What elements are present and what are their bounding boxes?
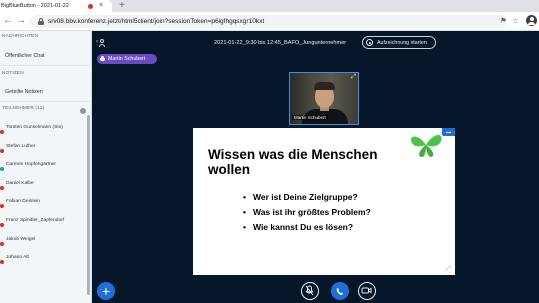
actions-plus-button[interactable]: + [97, 282, 115, 300]
slide-bullet: Wie kannst Du es lösen? [243, 220, 371, 235]
user-list-item[interactable]: Stefan Luther [0, 143, 90, 153]
extension-icon[interactable]: ⚑ [500, 16, 507, 26]
section-messages-heading: NACHRICHTEN [2, 34, 39, 39]
webcam-video[interactable]: Martin Schubert ⤢ [289, 72, 359, 125]
user-list-item[interactable]: Fabian Deinlein [0, 198, 90, 209]
user-list-item[interactable]: Johann Alt [0, 254, 90, 265]
leave-audio-button[interactable] [331, 282, 349, 300]
video-user-label: Martin Schubert [292, 115, 328, 120]
user-name: Johann Alt [6, 255, 29, 261]
tab-close-icon[interactable]: × [99, 2, 103, 10]
user-status-badge-icon [0, 223, 4, 227]
slide-title: Wissen was die Menschen wollen [208, 147, 378, 177]
start-recording-label: Aufzeichnung starten [377, 40, 427, 46]
talking-user-name: Martin Schubert [108, 56, 146, 62]
user-list-item[interactable]: Torsten Gunselmann (Sie) [0, 124, 90, 134]
user-name: Franz Spindler_Zapfendorf [6, 218, 65, 223]
sidebar-item-shared-notes[interactable]: Geteilte Notizen [5, 89, 43, 95]
user-list-item[interactable]: Carmen Hopfengärtner [0, 161, 90, 172]
user-status-badge-icon [0, 167, 4, 172]
profile-avatar-icon[interactable] [526, 15, 537, 26]
user-name: Torsten Gunselmann (Sie) [6, 125, 63, 130]
lock-icon [38, 18, 44, 25]
browser-tab-strip: BigBlueButton - 2021-01-22 × + [0, 0, 539, 12]
user-status-badge-icon [0, 241, 4, 246]
address-bar[interactable]: srv08.bbv.konferenz.jetzt/html5client/jo… [30, 15, 507, 28]
meeting-title: 2021-01-22_9:30 bis 12:45_BAFO_Jungunter… [214, 40, 347, 46]
forward-button[interactable]: → [16, 15, 26, 27]
microphone-off-icon [305, 285, 314, 296]
user-status-badge-icon [0, 130, 4, 134]
talking-indicator: Martin Schubert [97, 54, 157, 64]
url-text: srv08.bbv.konferenz.jetzt/html5client/jo… [48, 17, 265, 25]
sidebar-item-public-chat[interactable]: Öffentlicher Chat [5, 53, 45, 59]
record-icon [366, 39, 373, 46]
user-list-item[interactable]: Daniel Kalbe [0, 180, 90, 190]
sidebar-divider [0, 65, 90, 66]
phone-icon [336, 288, 343, 295]
minimize-presentation-button[interactable] [442, 128, 455, 136]
user-status-badge-icon [0, 185, 4, 190]
user-status-badge-icon [0, 204, 4, 209]
slide-bullet: Was ist ihr größtes Problem? [243, 205, 371, 220]
browser-toolbar: ← → srv08.bbv.konferenz.jetzt/html5clien… [0, 12, 539, 31]
user-name: Jakob Weigel [6, 236, 36, 242]
toggle-userlist-icon[interactable]: ‹ [96, 39, 106, 47]
new-tab-button[interactable]: + [119, 0, 125, 11]
share-webcam-button[interactable] [358, 282, 376, 300]
user-list-item[interactable]: Jakob Weigel [0, 236, 90, 246]
user-name: Daniel Kalbe [6, 180, 34, 186]
fullscreen-icon[interactable]: ⤢ [351, 74, 356, 81]
user-list-item[interactable]: Franz Spindler_Zapfendorf [0, 217, 90, 227]
sidebar-divider [0, 101, 90, 102]
sidebar-scrollbar[interactable] [87, 115, 90, 295]
meeting-area: ‹ 2021-01-22_9:30 bis 12:45_BAFO_Jungunt… [92, 31, 539, 303]
mute-microphone-button[interactable] [301, 282, 319, 300]
start-recording-button[interactable]: Aufzeichnung starten [362, 36, 436, 49]
sidebar: NACHRICHTEN Öffentlicher Chat NOTIZEN Ge… [0, 31, 92, 303]
slide-bullet: Wer ist Deine Zielgruppe? [243, 190, 371, 205]
app-window: BigBlueButton - 2021-01-22 × + ← → srv08… [0, 0, 539, 303]
fit-to-width-icon[interactable]: ⤢ [446, 265, 451, 273]
bookmark-star-icon[interactable]: ☆ [512, 16, 519, 26]
back-button[interactable]: ← [3, 15, 13, 27]
browser-tab[interactable]: BigBlueButton - 2021-01-22 × [0, 0, 112, 12]
section-users-heading: TEILNEHMER (13) [2, 106, 45, 111]
microphone-icon [100, 56, 105, 62]
user-status-badge-icon [0, 148, 4, 153]
user-status-badge-icon [0, 260, 4, 265]
butterfly-logo-icon [411, 135, 442, 157]
section-notes-heading: NOTIZEN [2, 71, 24, 76]
camera-icon [361, 287, 372, 294]
presentation-slide: Wissen was die Menschen wollen Wer ist D… [193, 128, 455, 275]
recording-indicator-icon [88, 3, 93, 9]
user-name: Fabian Deinlein [6, 199, 40, 205]
slide-bullet-list: Wer ist Deine Zielgruppe? Was ist ihr gr… [243, 190, 371, 235]
user-name: Carmen Hopfengärtner [6, 162, 57, 168]
tab-title: BigBlueButton - 2021-01-22 [1, 3, 69, 9]
user-options-gear-icon[interactable] [80, 108, 86, 114]
user-name: Stefan Luther [6, 143, 36, 149]
